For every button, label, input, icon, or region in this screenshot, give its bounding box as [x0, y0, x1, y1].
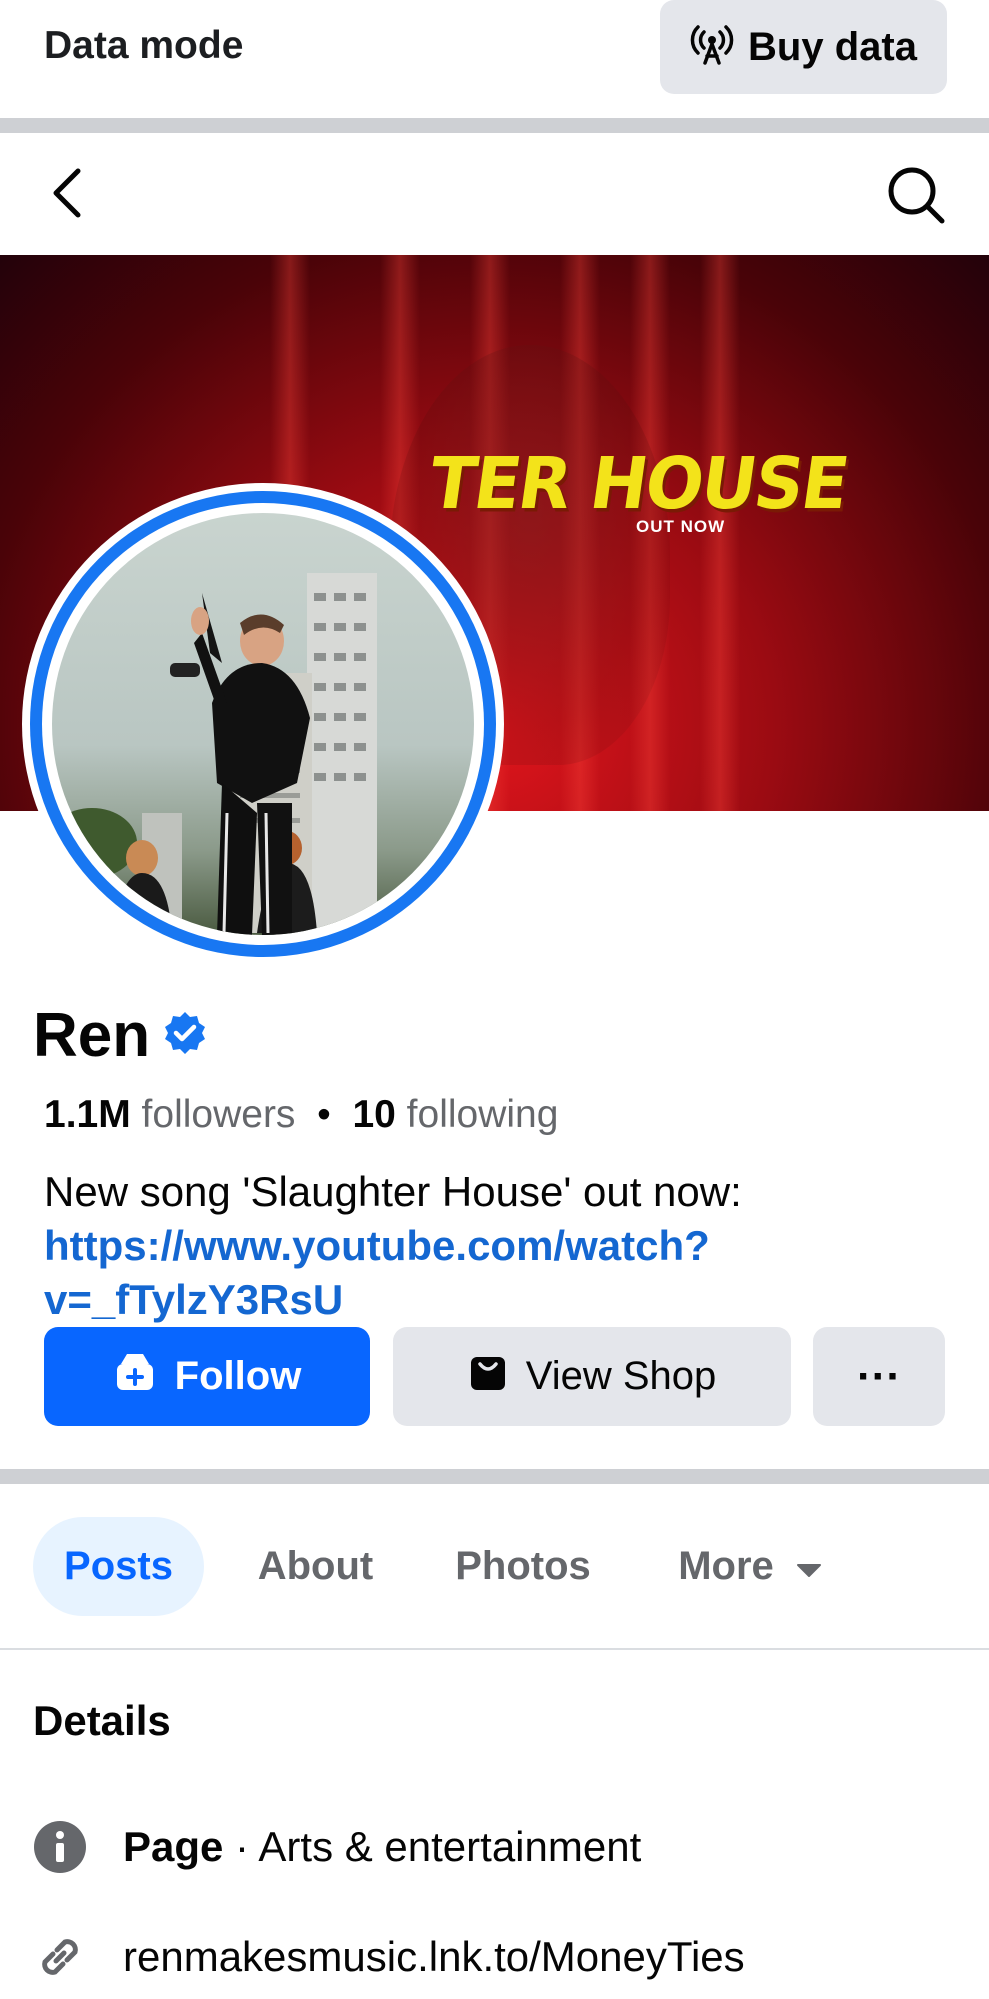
- divider: [0, 1469, 989, 1484]
- more-dots-icon: ···: [857, 1351, 901, 1401]
- tab-about-label: About: [257, 1544, 374, 1588]
- profile-stats: 1.1M followers • 10 following: [44, 1093, 558, 1137]
- info-icon: [33, 1820, 87, 1874]
- broadcast-icon: [690, 23, 734, 72]
- profile-name: Ren: [33, 1001, 151, 1070]
- more-options-button[interactable]: ···: [813, 1327, 945, 1426]
- follow-button[interactable]: Follow: [44, 1327, 370, 1426]
- detail-website[interactable]: renmakesmusic.lnk.to/MoneyTies: [33, 1930, 745, 1984]
- avatar[interactable]: [52, 513, 474, 935]
- bio-link[interactable]: https://www.youtube.com/watch?v=_fTylzY3…: [44, 1222, 710, 1323]
- page-category: · Arts & entertainment: [223, 1823, 642, 1870]
- page-label: Page: [123, 1823, 224, 1870]
- cover-title-text: TER HOUSE: [424, 443, 853, 526]
- tab-about[interactable]: About: [228, 1517, 403, 1616]
- tab-photos-label: Photos: [455, 1544, 591, 1588]
- detail-page-category: Page · Arts & entertainment: [33, 1820, 641, 1874]
- followers-count[interactable]: 1.1M: [44, 1093, 131, 1136]
- website-link[interactable]: renmakesmusic.lnk.to/MoneyTies: [123, 1933, 745, 1981]
- shop-bag-icon: [468, 1352, 508, 1402]
- tab-more-label: More: [678, 1544, 774, 1588]
- profile-tabs: Posts About Photos More: [0, 1483, 989, 1648]
- top-nav: [0, 133, 989, 255]
- tab-photos[interactable]: Photos: [428, 1517, 618, 1616]
- follow-label: Follow: [174, 1354, 302, 1398]
- tab-posts[interactable]: Posts: [33, 1517, 204, 1616]
- following-count[interactable]: 10: [352, 1093, 395, 1136]
- profile-name-row: Ren: [33, 1000, 208, 1071]
- buy-data-label: Buy data: [748, 24, 917, 69]
- view-shop-button[interactable]: View Shop: [393, 1327, 791, 1426]
- link-icon: [33, 1930, 87, 1984]
- cover-subtitle-text: OUT NOW: [636, 517, 726, 536]
- data-mode-bar: Data mode Buy data: [0, 0, 989, 118]
- verified-badge-icon: [162, 1010, 208, 1061]
- buy-data-button[interactable]: Buy data: [660, 0, 947, 94]
- divider: [0, 118, 989, 133]
- details-heading: Details: [33, 1697, 171, 1744]
- profile-bio: New song 'Slaughter House' out now: http…: [44, 1165, 954, 1327]
- tab-more[interactable]: More: [650, 1517, 850, 1616]
- data-mode-label: Data mode: [44, 24, 244, 67]
- following-label[interactable]: following: [407, 1093, 559, 1136]
- caret-down-icon: [796, 1544, 822, 1589]
- followers-label[interactable]: followers: [142, 1093, 296, 1136]
- view-shop-label: View Shop: [525, 1354, 717, 1398]
- divider: [0, 1648, 989, 1650]
- bio-text: New song 'Slaughter House' out now:: [44, 1168, 742, 1215]
- follow-icon: [113, 1350, 157, 1404]
- back-chevron-icon[interactable]: [40, 163, 100, 223]
- stats-separator: •: [317, 1093, 331, 1136]
- tab-posts-label: Posts: [64, 1544, 173, 1588]
- search-icon[interactable]: [884, 163, 948, 227]
